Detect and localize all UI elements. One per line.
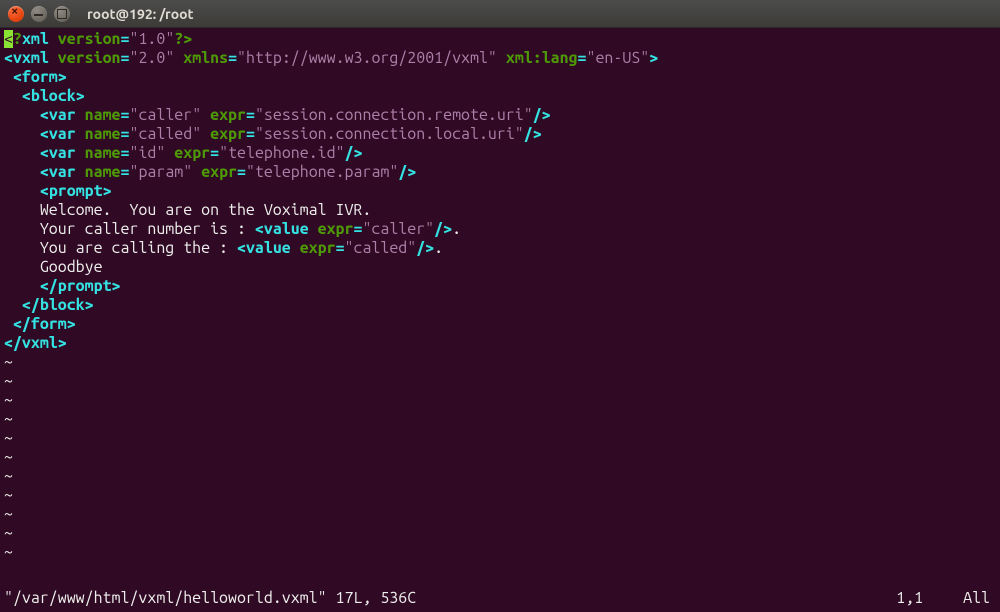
code-line: <?xml version="1.0"?> [4, 30, 996, 49]
code-line: You are calling the : <value expr="calle… [4, 239, 996, 258]
status-cursor-pos: 1,1 [896, 589, 923, 608]
empty-line: ~ [4, 486, 996, 505]
empty-line: ~ [4, 372, 996, 391]
empty-line: ~ [4, 505, 996, 524]
empty-line: ~ [4, 524, 996, 543]
code-line: <block> [4, 87, 996, 106]
code-line: </block> [4, 296, 996, 315]
code-line: <var name="caller" expr="session.connect… [4, 106, 996, 125]
code-line: Your caller number is : <value expr="cal… [4, 220, 996, 239]
empty-line: ~ [4, 543, 996, 562]
status-scroll: All [963, 589, 990, 608]
code-line: <vxml version="2.0" xmlns="http://www.w3… [4, 49, 996, 68]
code-line: <form> [4, 68, 996, 87]
close-icon[interactable] [8, 6, 24, 22]
code-line: </form> [4, 315, 996, 334]
code-line: <var name="id" expr="telephone.id"/> [4, 144, 996, 163]
empty-line: ~ [4, 410, 996, 429]
window-title: root@192: /root [87, 6, 194, 22]
terminal-body[interactable]: <?xml version="1.0"?> <vxml version="2.0… [0, 28, 1000, 612]
code-line: </vxml> [4, 334, 996, 353]
code-line: Goodbye [4, 258, 996, 277]
code-line: <prompt> [4, 182, 996, 201]
empty-line: ~ [4, 429, 996, 448]
terminal-window: root@192: /root <?xml version="1.0"?> <v… [0, 0, 1000, 612]
code-line: <var name="called" expr="session.connect… [4, 125, 996, 144]
code-line: </prompt> [4, 277, 996, 296]
maximize-icon[interactable] [54, 6, 70, 22]
code-line: Welcome. You are on the Voximal IVR. [4, 201, 996, 220]
empty-line: ~ [4, 448, 996, 467]
cursor: < [4, 30, 13, 48]
minimize-icon[interactable] [31, 6, 47, 22]
empty-line: ~ [4, 353, 996, 372]
status-file: "/var/www/html/vxml/helloworld.vxml" 17L… [4, 589, 416, 608]
vim-status-line: "/var/www/html/vxml/helloworld.vxml" 17L… [4, 589, 996, 608]
code-line: <var name="param" expr="telephone.param"… [4, 163, 996, 182]
empty-line: ~ [4, 467, 996, 486]
titlebar[interactable]: root@192: /root [0, 0, 1000, 28]
empty-line: ~ [4, 391, 996, 410]
